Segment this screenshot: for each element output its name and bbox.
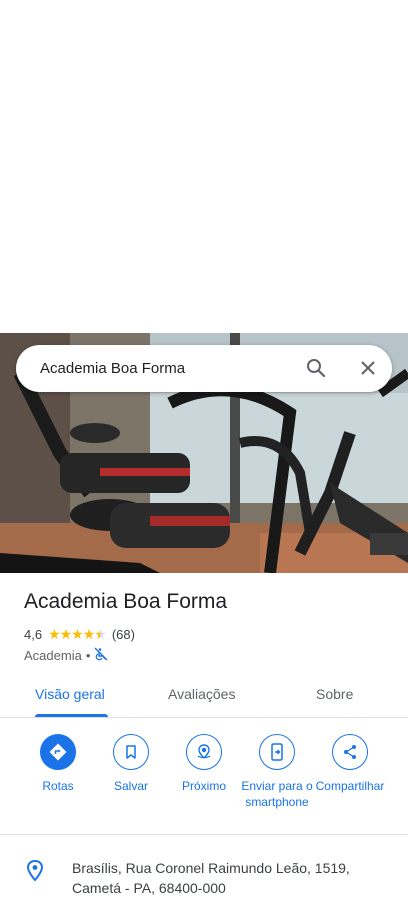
directions-button[interactable]: Rotas xyxy=(22,734,94,794)
close-icon[interactable] xyxy=(356,356,380,380)
location-pin-icon xyxy=(25,859,45,882)
map-area[interactable] xyxy=(0,0,408,333)
save-button[interactable]: Salvar xyxy=(95,734,167,794)
action-buttons: Rotas Salvar Próximo Enviar para o smart… xyxy=(0,734,408,834)
share-button[interactable]: Compartilhar xyxy=(314,734,386,794)
tab-about[interactable]: Sobre xyxy=(316,686,353,702)
bookmark-icon xyxy=(113,734,149,770)
rating-stars: ★★★★★ xyxy=(48,626,107,642)
tab-active-indicator xyxy=(35,714,108,717)
place-title: Academia Boa Forma xyxy=(24,590,228,613)
nearby-icon xyxy=(186,734,222,770)
search-input[interactable]: Academia Boa Forma xyxy=(40,360,392,377)
share-icon xyxy=(332,734,368,770)
section-divider xyxy=(0,834,408,835)
send-to-phone-button[interactable]: Enviar para o smartphone xyxy=(241,734,313,810)
directions-icon xyxy=(40,734,76,770)
review-count[interactable]: (68) xyxy=(112,627,135,642)
search-icon[interactable] xyxy=(304,356,328,380)
tab-bar: Visão geral Avaliações Sobre xyxy=(0,672,408,718)
nearby-button[interactable]: Próximo xyxy=(168,734,240,794)
tab-reviews[interactable]: Avaliações xyxy=(168,686,235,702)
search-bar[interactable]: Academia Boa Forma xyxy=(16,345,392,392)
rating-row[interactable]: 4,6 ★★★★★ (68) xyxy=(24,626,135,643)
address-text[interactable]: Brasílis, Rua Coronel Raimundo Leão, 151… xyxy=(72,858,372,898)
separator: • xyxy=(85,648,91,663)
tab-overview[interactable]: Visão geral xyxy=(35,686,105,702)
send-to-phone-icon xyxy=(259,734,295,770)
rating-value: 4,6 xyxy=(24,627,43,642)
category-row: Academia • xyxy=(24,647,108,664)
category-label: Academia xyxy=(24,648,82,663)
no-wheelchair-icon xyxy=(94,647,108,664)
